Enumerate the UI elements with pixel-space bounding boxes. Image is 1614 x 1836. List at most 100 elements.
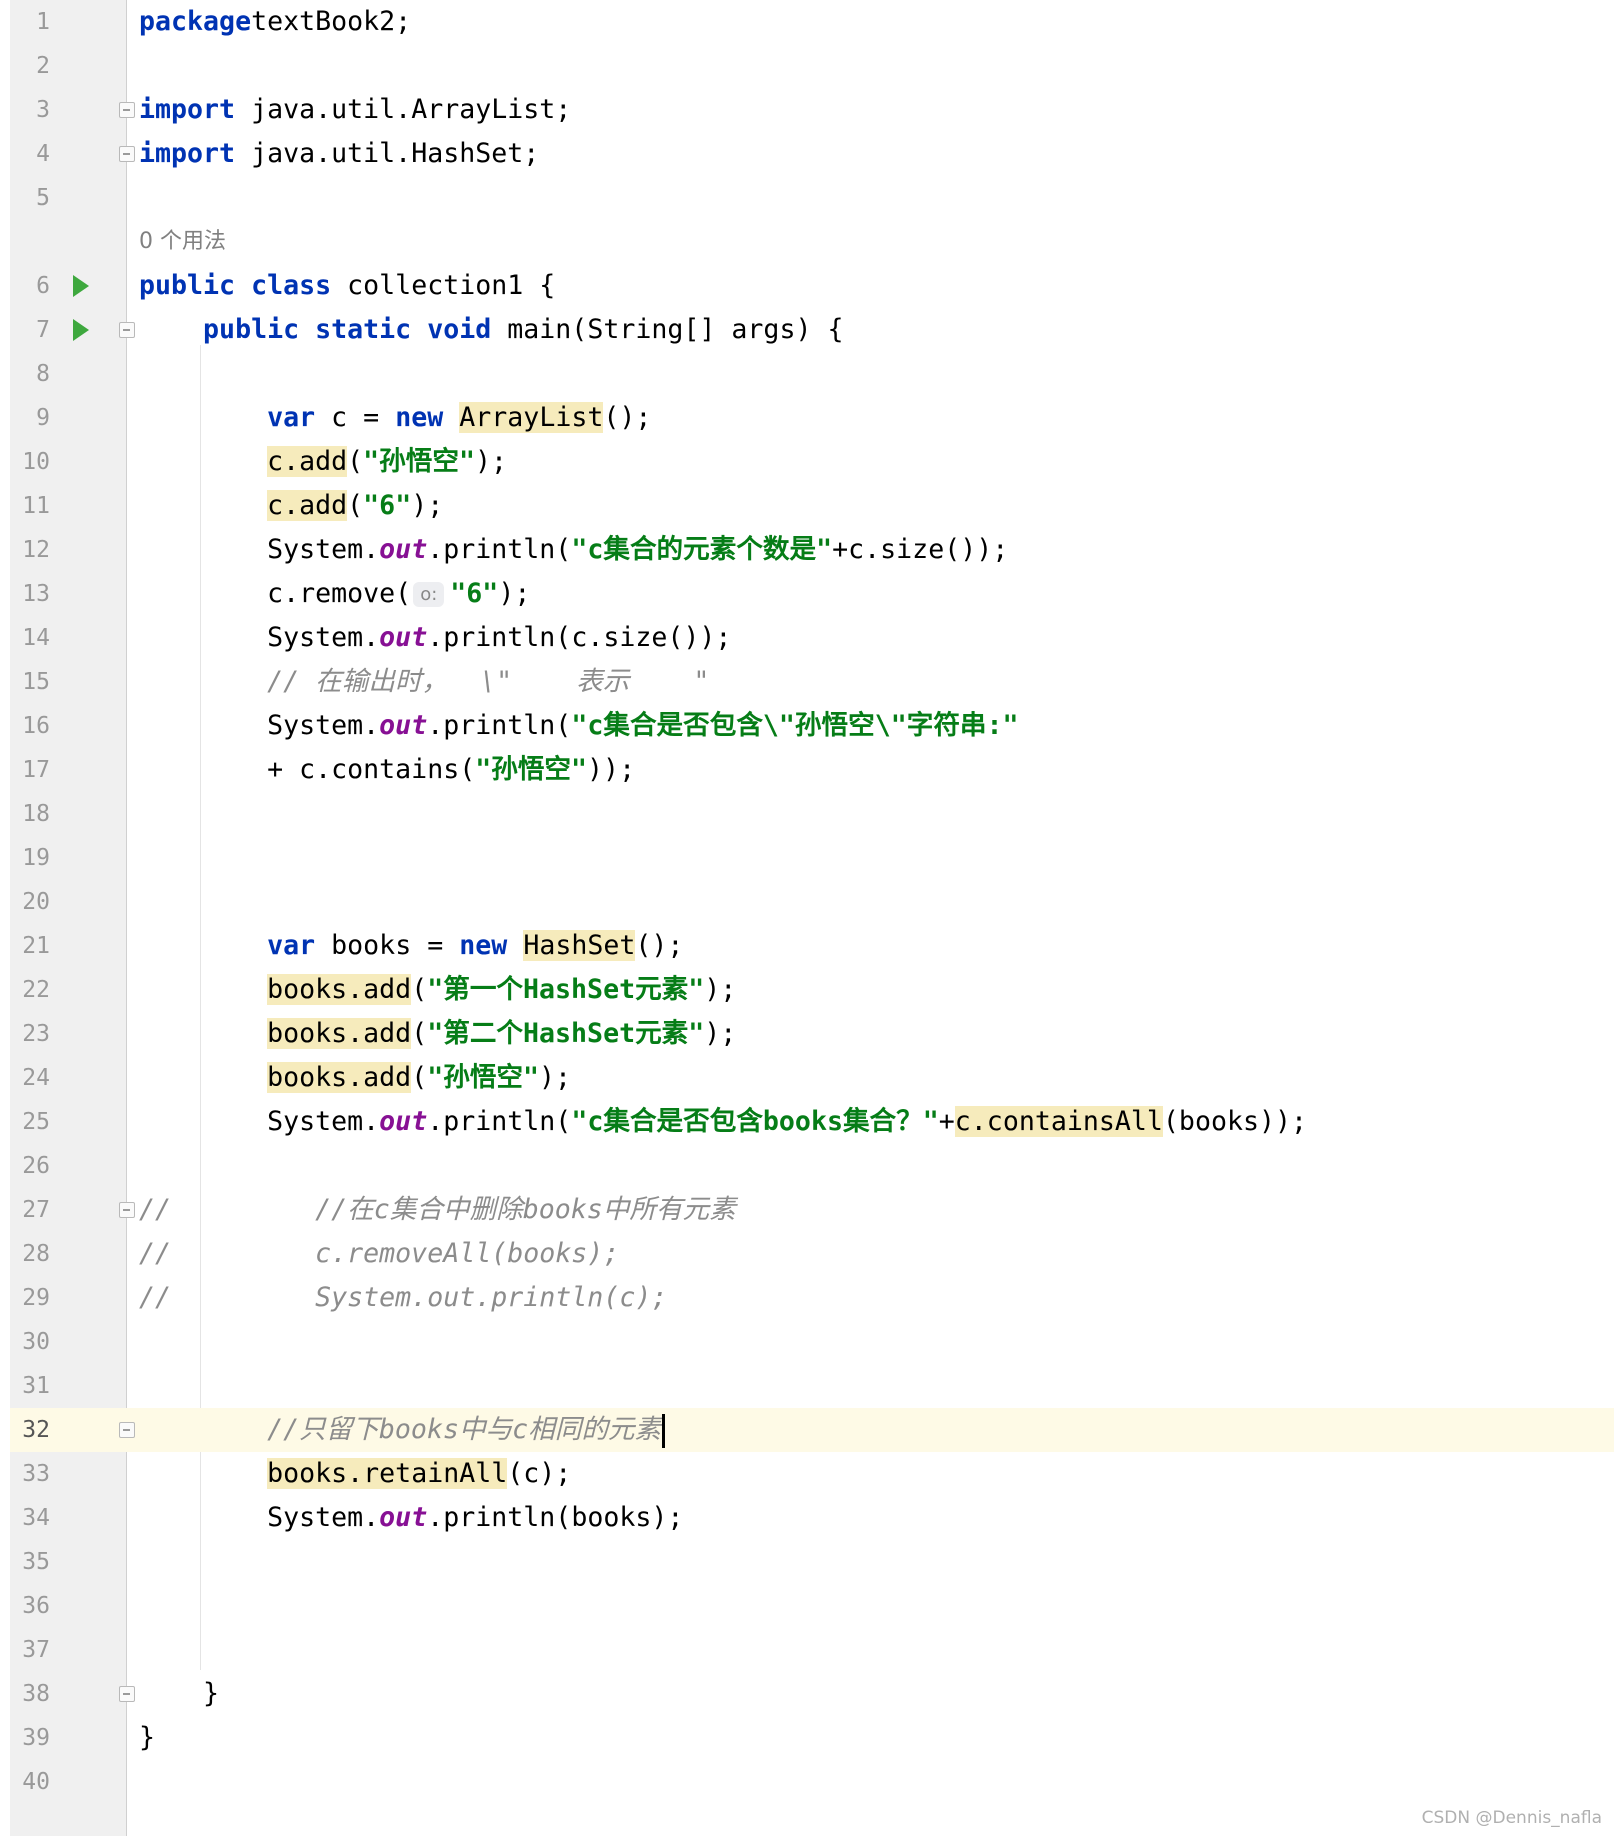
code-line[interactable]: 13 c.remove(o: "6"); [0, 572, 1614, 616]
code-line[interactable]: 27 // //在c集合中删除books中所有元素 [0, 1188, 1614, 1232]
line-number[interactable]: 9 [10, 396, 50, 440]
code-line[interactable]: 24 books.add("孙悟空"); [0, 1056, 1614, 1100]
line-number[interactable]: 29 [10, 1276, 50, 1320]
line-number[interactable]: 2 [10, 44, 50, 88]
code-text[interactable]: c.add("6"); [139, 484, 443, 528]
code-text[interactable]: System.out.println("c集合是否包含books集合？"+c.c… [139, 1100, 1307, 1144]
line-number[interactable]: 7 [10, 308, 50, 352]
code-line[interactable]: 25 System.out.println("c集合是否包含books集合？"+… [0, 1100, 1614, 1144]
line-number[interactable]: 24 [10, 1056, 50, 1100]
line-number[interactable]: 1 [10, 0, 50, 44]
code-line[interactable]: 26 [0, 1144, 1614, 1188]
line-number[interactable]: 4 [10, 132, 50, 176]
line-number[interactable]: 20 [10, 880, 50, 924]
code-text[interactable]: System.out.println(c.size()); [139, 616, 731, 660]
line-number[interactable]: 26 [10, 1144, 50, 1188]
line-number[interactable]: 40 [10, 1760, 50, 1804]
line-number[interactable]: 32 [10, 1408, 50, 1452]
code-text[interactable]: } [139, 1716, 155, 1760]
code-text[interactable]: System.out.println("c集合是否包含\"孙悟空\"字符串:" [139, 704, 1018, 748]
line-number[interactable]: 28 [10, 1232, 50, 1276]
code-line[interactable]: 34 System.out.println(books); [0, 1496, 1614, 1540]
code-text[interactable]: import java.util.HashSet; [139, 132, 539, 176]
line-number[interactable]: 35 [10, 1540, 50, 1584]
line-number[interactable]: 25 [10, 1100, 50, 1144]
code-line[interactable]: 37 [0, 1628, 1614, 1672]
fold-marker-icon[interactable] [119, 1422, 135, 1438]
line-number[interactable]: 17 [10, 748, 50, 792]
code-line[interactable]: 30 [0, 1320, 1614, 1364]
line-number[interactable]: 8 [10, 352, 50, 396]
fold-marker-icon[interactable] [119, 322, 135, 338]
line-number[interactable]: 23 [10, 1012, 50, 1056]
code-text[interactable]: public class collection1 { [139, 264, 555, 308]
code-text[interactable]: books.retainAll(c); [139, 1452, 571, 1496]
line-number[interactable]: 3 [10, 88, 50, 132]
line-number[interactable]: 11 [10, 484, 50, 528]
fold-marker-icon[interactable] [119, 102, 135, 118]
code-line[interactable]: 11 c.add("6"); [0, 484, 1614, 528]
line-number[interactable]: 33 [10, 1452, 50, 1496]
fold-marker-icon[interactable] [119, 1202, 135, 1218]
code-line[interactable]: 8 [0, 352, 1614, 396]
code-text[interactable]: // //在c集合中删除books中所有元素 [139, 1188, 736, 1232]
code-line[interactable]: 32 //只留下books中与c相同的元素 [0, 1408, 1614, 1452]
code-line[interactable]: 35 [0, 1540, 1614, 1584]
code-text[interactable]: books.add("第一个HashSet元素"); [139, 968, 736, 1012]
code-text[interactable]: System.out.println(books); [139, 1496, 683, 1540]
code-line[interactable]: 39} [0, 1716, 1614, 1760]
line-number[interactable]: 16 [10, 704, 50, 748]
run-gutter-icon[interactable] [73, 275, 89, 297]
code-text[interactable]: System.out.println("c集合的元素个数是"+c.size())… [139, 528, 1008, 572]
code-text[interactable]: books.add("孙悟空"); [139, 1056, 571, 1100]
code-text[interactable]: var c = new ArrayList(); [139, 396, 651, 440]
code-line[interactable]: 7 public static void main(String[] args)… [0, 308, 1614, 352]
code-line[interactable]: 6 public class collection1 { [0, 264, 1614, 308]
code-text[interactable]: public static void main(String[] args) { [139, 308, 843, 352]
fold-marker-icon[interactable] [119, 1686, 135, 1702]
code-line[interactable]: 4 import java.util.HashSet; [0, 132, 1614, 176]
code-line[interactable]: 22 books.add("第一个HashSet元素"); [0, 968, 1614, 1012]
code-text[interactable]: // c.removeAll(books); [139, 1232, 619, 1276]
code-line[interactable]: 5 [0, 176, 1614, 220]
line-number[interactable]: 18 [10, 792, 50, 836]
line-number[interactable]: 14 [10, 616, 50, 660]
line-number[interactable]: 39 [10, 1716, 50, 1760]
code-line[interactable]: 28 // c.removeAll(books); [0, 1232, 1614, 1276]
usage-count-hint[interactable]: 0 个用法 [139, 220, 226, 264]
code-line[interactable]: 12 System.out.println("c集合的元素个数是"+c.size… [0, 528, 1614, 572]
code-text[interactable]: packagetextBook2; [139, 0, 411, 44]
code-line[interactable]: 21 var books = new HashSet(); [0, 924, 1614, 968]
line-number[interactable]: 30 [10, 1320, 50, 1364]
code-line[interactable]: 19 [0, 836, 1614, 880]
code-line[interactable]: 38 } [0, 1672, 1614, 1716]
line-number[interactable]: 27 [10, 1188, 50, 1232]
line-number[interactable]: 12 [10, 528, 50, 572]
code-text[interactable]: books.add("第二个HashSet元素"); [139, 1012, 736, 1056]
line-number[interactable]: 13 [10, 572, 50, 616]
code-editor[interactable]: 1 packagetextBook2; 2 3 import java.util.Arr… [0, 0, 1614, 1836]
line-number[interactable]: 19 [10, 836, 50, 880]
code-text[interactable]: import java.util.ArrayList; [139, 88, 571, 132]
line-number[interactable]: 36 [10, 1584, 50, 1628]
code-line[interactable]: 9 var c = new ArrayList(); [0, 396, 1614, 440]
code-line[interactable]: 18 [0, 792, 1614, 836]
code-line[interactable]: 20 [0, 880, 1614, 924]
code-text[interactable]: c.remove(o: "6"); [139, 572, 530, 616]
code-text[interactable]: // System.out.println(c); [139, 1276, 667, 1320]
code-text[interactable]: // 在输出时， \" 表示 " [139, 660, 709, 704]
code-line[interactable]: 33 books.retainAll(c); [0, 1452, 1614, 1496]
code-text[interactable]: + c.contains("孙悟空")); [139, 748, 635, 792]
line-number[interactable]: 37 [10, 1628, 50, 1672]
code-text[interactable]: //只留下books中与c相同的元素 [139, 1408, 666, 1452]
code-text[interactable]: c.add("孙悟空"); [139, 440, 507, 484]
line-number[interactable]: 21 [10, 924, 50, 968]
line-number[interactable]: 5 [10, 176, 50, 220]
code-text[interactable]: } [139, 1672, 219, 1716]
line-number[interactable]: 15 [10, 660, 50, 704]
code-line[interactable]: 14 System.out.println(c.size()); [0, 616, 1614, 660]
line-number[interactable]: 34 [10, 1496, 50, 1540]
code-line[interactable]: 36 [0, 1584, 1614, 1628]
line-number[interactable]: 38 [10, 1672, 50, 1716]
code-line[interactable]: 16 System.out.println("c集合是否包含\"孙悟空\"字符串… [0, 704, 1614, 748]
